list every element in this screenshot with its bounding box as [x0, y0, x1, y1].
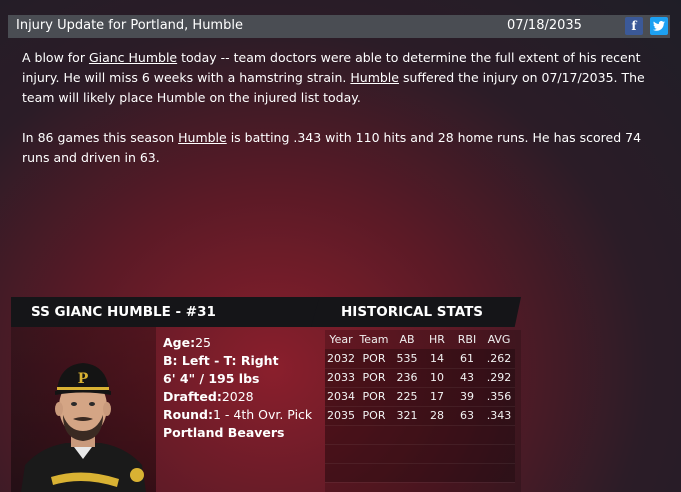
cell: .262 [483, 349, 515, 369]
player-link[interactable]: Humble [178, 130, 227, 145]
text: A blow for [22, 50, 89, 65]
cell: 225 [391, 387, 423, 407]
col-year: Year [329, 333, 353, 346]
article-paragraph: In 86 games this season Humble is battin… [22, 128, 652, 168]
cell: POR [357, 349, 391, 369]
col-avg: AVG [487, 333, 511, 346]
cell: 2032 [325, 349, 357, 369]
age-label: Age: [163, 335, 196, 350]
cell: 28 [423, 406, 451, 426]
cell: POR [357, 387, 391, 407]
player-team: Portland Beavers [163, 425, 285, 440]
article-body: A blow for Gianc Humble today -- team do… [22, 48, 652, 188]
news-title: Injury Update for Portland, Humble [16, 18, 243, 33]
cell: 2034 [325, 387, 357, 407]
text: In 86 games this season [22, 130, 179, 145]
historical-stats-table: Year Team AB HR RBI AVG 2032 POR 535 14 61.2… [325, 330, 521, 492]
cell: 17 [423, 387, 451, 407]
cell: 39 [451, 387, 483, 407]
cell: .356 [483, 387, 515, 407]
stats-row: 2033 POR 236 10 43.292 [325, 368, 515, 388]
cell: 2035 [325, 406, 357, 426]
cell: 10 [423, 368, 451, 388]
news-date: 07/18/2035 [507, 18, 582, 33]
stats-row: 2035 POR 321 28 63.343 [325, 406, 515, 426]
cell: 43 [451, 368, 483, 388]
drafted-value: 2028 [221, 389, 254, 404]
cell: 61 [451, 349, 483, 369]
player-card: SS GIANC HUMBLE - #31 HISTORICAL STATS P… [11, 297, 521, 492]
stats-row-empty [325, 463, 515, 483]
cell: 14 [423, 349, 451, 369]
player-link[interactable]: Gianc Humble [89, 50, 177, 65]
round-label: Round: [163, 407, 213, 422]
news-header: Injury Update for Portland, Humble 07/18… [8, 15, 670, 38]
player-link[interactable]: Humble [350, 70, 399, 85]
twitter-share-icon[interactable] [650, 17, 668, 35]
stats-row-empty [325, 425, 515, 445]
player-portrait-image: P [21, 363, 146, 492]
cell: 236 [391, 368, 423, 388]
cell: .292 [483, 368, 515, 388]
player-info: Age:25 B: Left - T: Right 6' 4" / 195 lb… [163, 334, 312, 442]
cell: 2033 [325, 368, 357, 388]
drafted-label: Drafted: [163, 389, 222, 404]
historical-stats-bar: HISTORICAL STATS [311, 297, 521, 327]
round-value: 1 - 4th Ovr. Pick [212, 407, 313, 422]
player-drafted: Drafted:2028 [163, 388, 312, 406]
player-bats-throws: B: Left - T: Right [163, 353, 279, 368]
col-team: Team [359, 333, 389, 346]
stats-row-empty [325, 444, 515, 464]
col-ab: AB [399, 333, 415, 346]
stats-row: 2032 POR 535 14 61.262 [325, 349, 515, 369]
cell: .343 [483, 406, 515, 426]
stats-row: 2034 POR 225 17 39.356 [325, 387, 515, 407]
cell: POR [357, 368, 391, 388]
cell: 321 [391, 406, 423, 426]
cell: 63 [451, 406, 483, 426]
player-portrait: P [11, 327, 156, 492]
col-hr: HR [429, 333, 445, 346]
col-rbi: RBI [457, 333, 477, 346]
player-age: Age:25 [163, 334, 312, 352]
historical-stats-title: HISTORICAL STATS [341, 304, 484, 320]
facebook-share-icon[interactable]: f [625, 17, 643, 35]
player-round: Round:1 - 4th Ovr. Pick [163, 406, 312, 424]
article-paragraph: A blow for Gianc Humble today -- team do… [22, 48, 652, 108]
cell: POR [357, 406, 391, 426]
player-height-weight: 6' 4" / 195 lbs [163, 371, 260, 386]
stats-header-row: Year Team AB HR RBI AVG [325, 330, 515, 349]
player-name: SS GIANC HUMBLE - #31 [31, 304, 216, 320]
player-name-bar: SS GIANC HUMBLE - #31 [11, 297, 321, 327]
svg-text:P: P [78, 371, 89, 387]
age-value: 25 [195, 335, 212, 350]
cell: 535 [391, 349, 423, 369]
